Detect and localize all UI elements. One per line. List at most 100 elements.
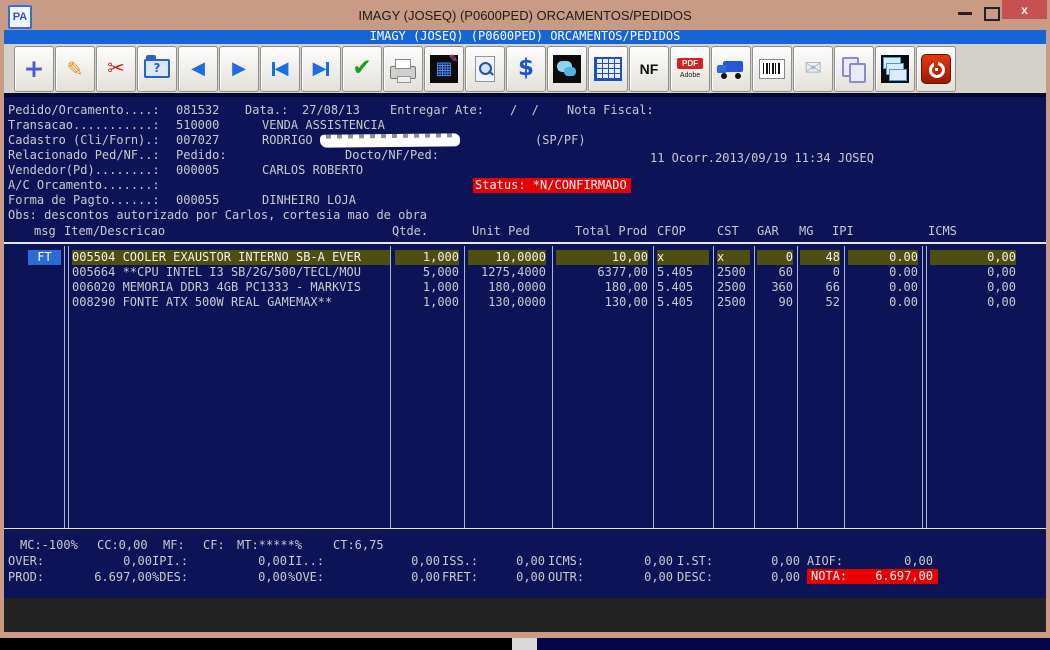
open-search-button[interactable]: ? <box>137 45 177 92</box>
entregar-value[interactable]: / / <box>510 103 539 118</box>
os-titlebar: PA IMAGY (JOSEQ) (P0600PED) ORCAMENTOS/P… <box>0 0 1050 30</box>
forma-pagto-value[interactable]: 000055 <box>176 193 219 208</box>
item-icms: 0,00 <box>987 280 1016 294</box>
minimize-button[interactable] <box>958 12 972 15</box>
folder-question-icon: ? <box>144 55 170 78</box>
previous-record-button[interactable]: ◀ <box>178 45 218 92</box>
item-code-desc: 005664 **CPU INTEL I3 SB/2G/500/TECL/MOU <box>72 265 361 279</box>
pedido-value[interactable]: 081532 <box>176 103 219 118</box>
barcode-button[interactable] <box>752 45 792 92</box>
table-row[interactable]: 006020 MEMORIA DDR3 4GB PC1333 - MARKVIS… <box>4 280 1046 295</box>
application-window: PA IMAGY (JOSEQ) (P0600PED) ORCAMENTOS/P… <box>0 0 1050 650</box>
aiof-label: AIOF: <box>807 554 844 568</box>
des-value: 0,00 <box>258 570 287 584</box>
data-value[interactable]: 27/08/13 <box>302 103 360 118</box>
terminal-screen: Pedido/Orcamento....: 081532 Data.: 27/0… <box>4 97 1046 598</box>
background-window-edge <box>512 638 537 650</box>
adobe-label: Adobe <box>679 72 701 79</box>
fret-label: FRET: <box>442 570 479 584</box>
metric-cc: CC:0,00 <box>97 538 148 552</box>
money-button[interactable]: $ <box>506 45 546 92</box>
delivery-button[interactable] <box>711 45 751 92</box>
redaction-blob <box>319 133 461 148</box>
truck-icon <box>717 59 745 79</box>
transacao-desc: VENDA ASSISTENCIA <box>262 118 385 132</box>
col-header-cst: CST <box>717 224 739 238</box>
transacao-value[interactable]: 510000 <box>176 118 219 133</box>
item-ipi: 0.00 <box>889 295 918 309</box>
search-document-button[interactable] <box>465 45 505 92</box>
ii-value: 0,00 <box>411 554 440 568</box>
cascade-windows-button[interactable] <box>875 45 915 92</box>
new-record-button[interactable]: + <box>14 45 54 92</box>
vendedor-name: CARLOS ROBERTO <box>262 163 364 177</box>
cadastro-value[interactable]: 007027 <box>176 133 219 148</box>
cadastro-tipo: (SP/PF) <box>535 133 586 147</box>
confirm-button[interactable]: ✔ <box>342 45 382 92</box>
cascade-windows-icon <box>881 54 909 83</box>
item-gar: 90 <box>778 295 793 309</box>
ipi-label: IPI.: <box>152 554 189 568</box>
col-header-icms: ICMS <box>928 224 957 238</box>
dollar-icon: $ <box>517 55 534 81</box>
exit-button[interactable] <box>916 45 956 92</box>
item-cst: 2500 <box>717 295 746 309</box>
col-header-total: Total Prod <box>575 224 648 238</box>
metric-mc: MC:-100% <box>20 538 78 552</box>
copy-button[interactable] <box>834 45 874 92</box>
cut-button[interactable]: ✂ <box>96 45 136 92</box>
summary-separator <box>4 528 1046 529</box>
nf-button[interactable]: NF <box>629 45 669 92</box>
item-mg: 0 <box>832 265 840 279</box>
inner-titlebar: IMAGY (JOSEQ) (P0600PED) ORCAMENTOS/PEDI… <box>4 30 1046 44</box>
check-icon: ✔ <box>352 55 372 81</box>
magnifier-document-icon <box>475 55 495 82</box>
next-record-button[interactable]: ▶ <box>219 45 259 92</box>
metric-mf: MF: <box>163 538 185 552</box>
calculator-icon: ▦ ✎ <box>430 51 458 83</box>
forma-pagto-desc: DINHEIRO LOJA <box>262 193 356 207</box>
table-row[interactable]: 008290 FONTE ATX 500W REAL GAMEMAX** 1,0… <box>4 295 1046 310</box>
table-row[interactable]: 005504 COOLER EXAUSTOR INTERNO SB-A EVER… <box>4 250 1046 265</box>
bar-icon <box>326 61 330 76</box>
item-cfop: 5.405 <box>657 295 694 309</box>
desc-label: DESC: <box>677 570 714 584</box>
background-desktop <box>537 638 1050 650</box>
item-cfop: 5.405 <box>657 280 694 294</box>
spreadsheet-button[interactable] <box>588 45 628 92</box>
item-cst: 2500 <box>717 280 746 294</box>
mail-button[interactable]: ✉ <box>793 45 833 92</box>
fret-value: 0,00 <box>516 570 545 584</box>
outr-value: 0,00 <box>644 570 673 584</box>
iss-value: 0,00 <box>516 554 545 568</box>
toolbar: + ✎ ✂ ? ◀ ▶ ◀ ▶ ✔ ▦ ✎ $ NF PDF Adobe ✉ <box>4 44 1046 93</box>
item-gar: 0 <box>757 250 793 265</box>
pdf-button[interactable]: PDF Adobe <box>670 45 710 92</box>
iss-label: ISS.: <box>442 554 479 568</box>
item-qtde: 5,000 <box>422 265 459 279</box>
maximize-button[interactable] <box>984 7 1000 21</box>
ist-value: 0,00 <box>771 554 800 568</box>
close-button[interactable]: x <box>1002 0 1047 19</box>
item-code-desc: 006020 MEMORIA DDR3 4GB PC1333 - MARKVIS <box>72 280 361 294</box>
vendedor-value[interactable]: 000005 <box>176 163 219 178</box>
chat-button[interactable] <box>547 45 587 92</box>
item-icms: 0,00 <box>930 250 1016 265</box>
cadastro-label: Cadastro (Cli/Forn).: <box>8 133 160 147</box>
prod-value: 6.697,00 <box>94 570 152 584</box>
last-record-button[interactable]: ▶ <box>301 45 341 92</box>
table-row[interactable]: 005664 **CPU INTEL I3 SB/2G/500/TECL/MOU… <box>4 265 1046 280</box>
window-title: IMAGY (JOSEQ) (P0600PED) ORCAMENTOS/PEDI… <box>358 7 692 23</box>
pencil-small-icon: ✎ <box>448 51 458 65</box>
outr-label: OUTR: <box>548 570 585 584</box>
col-header-cfop: CFOP <box>657 224 686 238</box>
first-record-button[interactable]: ◀ <box>260 45 300 92</box>
print-button[interactable] <box>383 45 423 92</box>
over-value: 0,00 <box>123 554 152 568</box>
item-cst: x <box>717 250 750 265</box>
metric-mt: MT:*****% <box>237 538 303 552</box>
edit-record-button[interactable]: ✎ <box>55 45 95 92</box>
calculator-button[interactable]: ▦ ✎ <box>424 45 464 92</box>
vendedor-label: Vendedor(Pd)........: <box>8 163 160 177</box>
printer-icon <box>390 59 416 83</box>
